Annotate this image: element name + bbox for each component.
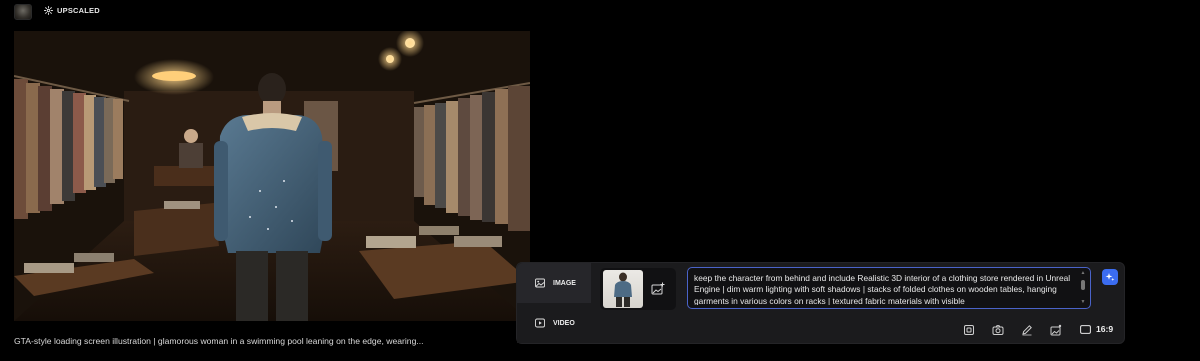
image-icon: [535, 278, 545, 288]
aspect-ratio-icon: [1080, 324, 1091, 334]
reference-image-thumbnail[interactable]: [603, 270, 643, 308]
upscaled-label: UPSCALED: [57, 6, 100, 15]
prompt-panel: IMAGE VIDEO keep the character from behi…: [516, 262, 1125, 344]
mode-image-button[interactable]: IMAGE: [517, 263, 591, 303]
pen-icon[interactable]: [1021, 324, 1033, 336]
camera-icon[interactable]: [992, 324, 1004, 336]
mode-selector: IMAGE VIDEO: [517, 263, 591, 343]
upscaled-badge: UPSCALED: [44, 6, 100, 15]
aspect-ratio-selector[interactable]: 16:9: [1080, 324, 1113, 334]
mode-video-label: VIDEO: [553, 319, 575, 327]
aspect-ratio-label: 16:9: [1096, 324, 1114, 334]
prompt-scrollbar[interactable]: ▲ ▼: [1080, 271, 1086, 305]
prompt-input[interactable]: keep the character from behind and inclu…: [687, 267, 1091, 309]
mode-video-button[interactable]: VIDEO: [517, 303, 591, 343]
image-caption[interactable]: GTA-style loading screen illustration | …: [14, 336, 424, 346]
video-icon: [535, 318, 545, 328]
avatar-thumbnail[interactable]: [14, 4, 32, 20]
sparkle-icon: [44, 6, 53, 15]
mode-image-label: IMAGE: [553, 279, 576, 287]
image-edit-icon[interactable]: [1050, 324, 1062, 336]
magic-sparkle-icon: [1105, 273, 1115, 281]
prompt-text[interactable]: keep the character from behind and inclu…: [694, 273, 1079, 305]
reference-image-area: [600, 268, 676, 310]
enhance-prompt-button[interactable]: [1102, 269, 1118, 285]
scroll-thumb[interactable]: [1081, 280, 1085, 290]
frame-icon[interactable]: [963, 324, 975, 336]
scroll-down-icon[interactable]: ▼: [1080, 300, 1086, 305]
scroll-up-icon[interactable]: ▲: [1080, 271, 1086, 276]
add-image-icon[interactable]: [651, 282, 665, 296]
generated-image[interactable]: [14, 31, 530, 321]
